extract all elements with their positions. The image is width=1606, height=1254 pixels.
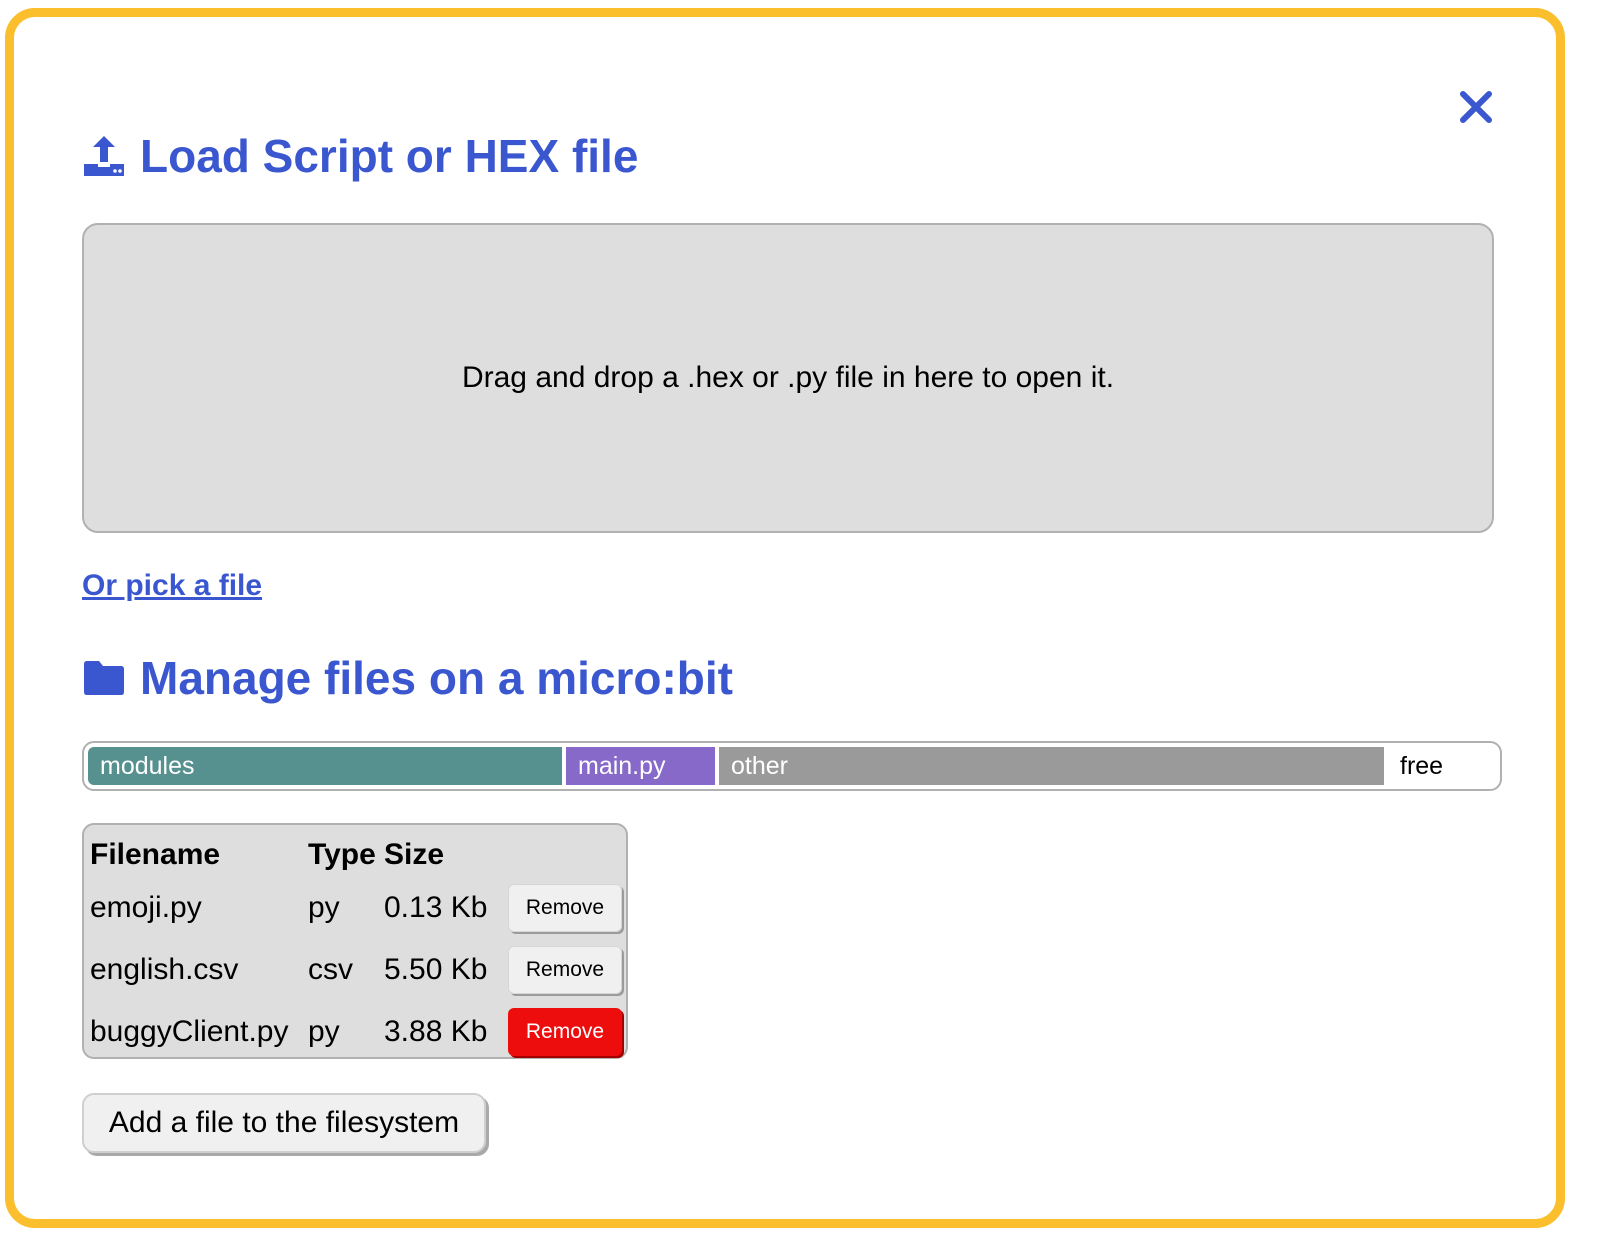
file-name: buggyClient.py (90, 1015, 289, 1048)
file-type: py (308, 1015, 340, 1048)
upload-icon (84, 136, 124, 176)
table-row: english.csv csv 5.50 Kb Remove (90, 939, 622, 1001)
file-type: py (308, 891, 340, 924)
load-heading: Load Script or HEX file (82, 129, 638, 183)
load-heading-text: Load Script or HEX file (140, 130, 639, 182)
column-header-size: Size (384, 838, 445, 871)
file-size: 5.50 Kb (384, 953, 488, 986)
drop-zone-text: Drag and drop a .hex or .py file in here… (461, 361, 1115, 394)
folder-icon (84, 661, 124, 695)
usage-segment-free: free (1400, 751, 1444, 780)
manage-heading: Manage files on a micro:bit (82, 651, 733, 705)
table-row: buggyClient.py py 3.88 Kb Remove (90, 1001, 622, 1063)
pick-file-link[interactable]: Or pick a file (82, 569, 262, 603)
file-name: emoji.py (90, 891, 202, 924)
usage-segment-other: other (719, 747, 1384, 785)
usage-segment-main-py: main.py (566, 747, 715, 785)
storage-usage-bar: modules main.py other free (82, 741, 1502, 791)
remove-button[interactable]: Remove (508, 946, 622, 994)
file-type: csv (308, 953, 353, 986)
close-icon[interactable] (1458, 89, 1494, 125)
file-size: 0.13 Kb (384, 891, 488, 924)
usage-segment-modules: modules (88, 747, 562, 785)
remove-button[interactable]: Remove (508, 884, 622, 932)
load-dialog: Load Script or HEX file Drag and drop a … (5, 8, 1565, 1228)
drop-zone[interactable]: Drag and drop a .hex or .py file in here… (82, 223, 1494, 533)
file-size: 3.88 Kb (384, 1015, 488, 1048)
remove-button-hover[interactable]: Remove (508, 1008, 622, 1056)
table-row: emoji.py py 0.13 Kb Remove (90, 877, 622, 939)
column-header-action (502, 833, 622, 877)
file-table: Filename Type Size emoji.py py 0.13 Kb R… (82, 823, 628, 1059)
column-header-filename: Filename (90, 838, 221, 871)
file-name: english.csv (90, 953, 239, 986)
table-header-row: Filename Type Size (90, 833, 622, 877)
column-header-type: Type (308, 838, 376, 871)
add-file-button[interactable]: Add a file to the filesystem (82, 1093, 486, 1153)
manage-heading-text: Manage files on a micro:bit (140, 652, 733, 704)
